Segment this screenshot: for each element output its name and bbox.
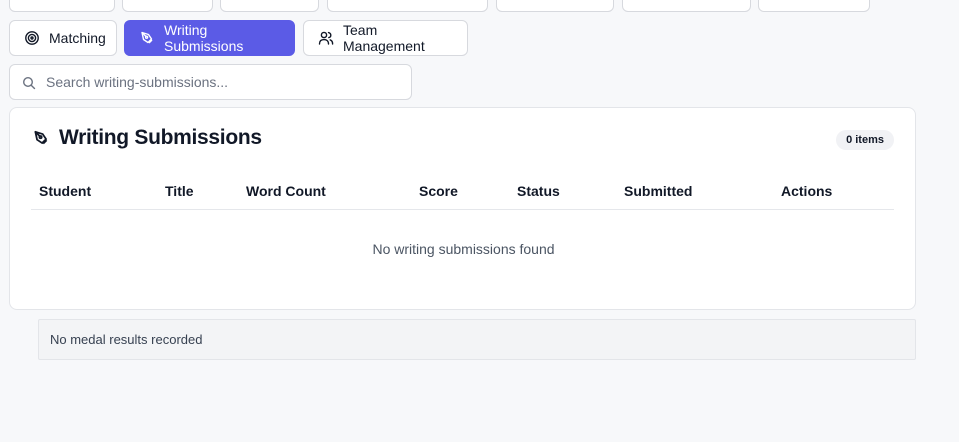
page: Matching Writing Submissions Team Manage… <box>0 0 959 442</box>
column-header-title[interactable]: Title <box>165 183 194 199</box>
search-box <box>9 64 412 100</box>
tab-clipped-3[interactable] <box>220 0 319 12</box>
pen-tool-icon <box>34 130 48 145</box>
empty-state-message: No writing submissions found <box>372 241 555 257</box>
column-header-submitted[interactable]: Submitted <box>624 183 692 199</box>
tab-clipped-6[interactable] <box>622 0 751 12</box>
medal-results-notice: No medal results recorded <box>38 319 916 360</box>
tab-writing-submissions[interactable]: Writing Submissions <box>124 20 295 56</box>
tab-matching-label: Matching <box>49 30 106 46</box>
users-icon <box>318 31 334 45</box>
tab-writing-submissions-label: Writing Submissions <box>164 22 244 54</box>
card-title: Writing Submissions <box>59 126 262 149</box>
tab-matching[interactable]: Matching <box>9 20 117 56</box>
tab-team-management-label: Team Management <box>343 22 425 54</box>
search-icon <box>22 76 36 90</box>
tab-clipped-7[interactable] <box>758 0 870 12</box>
submissions-card: Writing Submissions 0 items Student Titl… <box>9 107 916 310</box>
medal-results-text: No medal results recorded <box>50 332 203 347</box>
target-icon <box>25 31 39 45</box>
pen-tool-icon <box>141 31 153 44</box>
column-header-status[interactable]: Status <box>517 183 560 199</box>
tab-team-management[interactable]: Team Management <box>303 20 468 56</box>
tab-clipped-2[interactable] <box>122 0 213 12</box>
search-input[interactable] <box>10 65 411 99</box>
card-header: Writing Submissions <box>32 126 262 150</box>
table-header: Student Title Word Count Score Status Su… <box>31 172 894 210</box>
item-count-badge: 0 items <box>836 130 894 150</box>
column-header-word-count[interactable]: Word Count <box>246 183 326 199</box>
column-header-actions: Actions <box>781 183 833 199</box>
tab-clipped-1[interactable] <box>9 0 115 12</box>
tab-clipped-4[interactable] <box>327 0 488 12</box>
column-header-student[interactable]: Student <box>39 183 91 199</box>
tab-clipped-5[interactable] <box>496 0 614 12</box>
column-header-score[interactable]: Score <box>419 183 458 199</box>
